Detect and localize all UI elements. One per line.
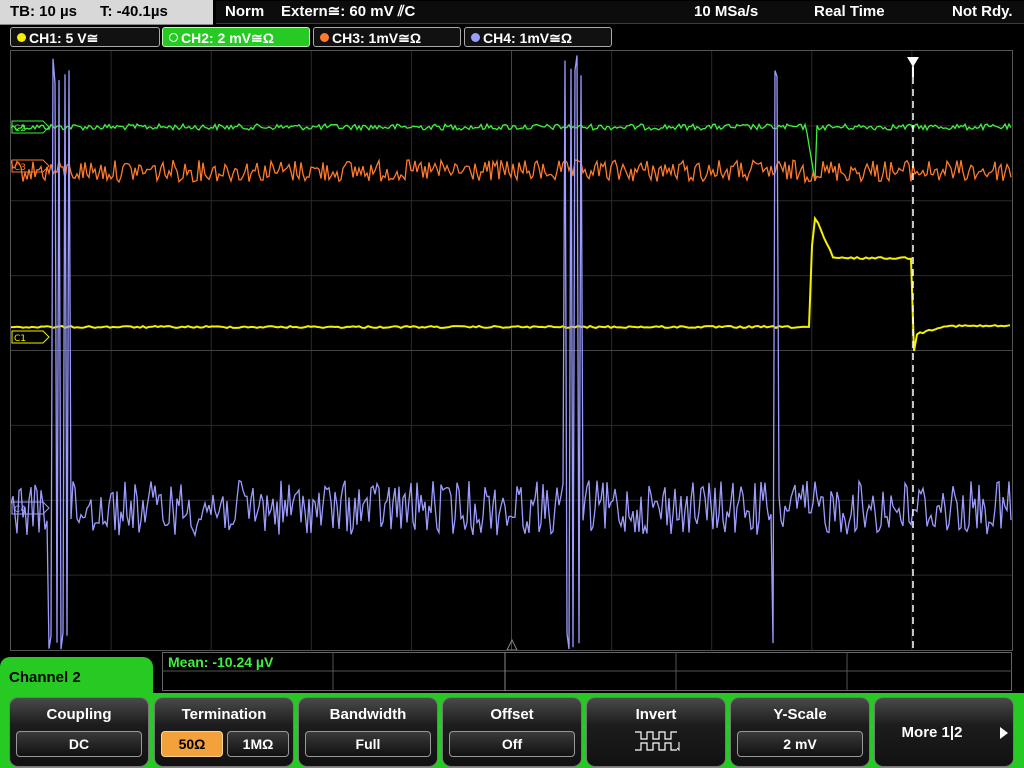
ch2-level-marker[interactable]: C2 [11, 120, 50, 134]
termination-softkey[interactable]: Termination 50Ω 1MΩ [154, 697, 294, 767]
status-bar: TB: 10 µs T: -40.1µs Norm Extern≅: 60 mV… [0, 0, 1024, 26]
termination-1mohm-option[interactable]: 1MΩ [227, 731, 289, 757]
ch2-color-dot-icon [169, 33, 178, 42]
termination-title: Termination [181, 706, 267, 723]
trigger-source: Extern≅: 60 mV ⫽C [281, 3, 416, 20]
waveform-display[interactable]: C2 C3 C1 C4 [10, 50, 1013, 651]
svg-text:C4: C4 [14, 505, 26, 515]
more-softkey[interactable]: More 1|2 [874, 697, 1014, 767]
right-triangle-icon [1000, 727, 1008, 739]
graticule [11, 51, 1012, 650]
ch3-color-dot-icon [320, 33, 329, 42]
bandwidth-title: Bandwidth [329, 706, 407, 723]
timebase-readout: TB: 10 µs [10, 3, 77, 20]
invert-title: Invert [635, 706, 677, 723]
trigger-state: Not Rdy. [952, 3, 1013, 20]
ch1-label: CH1: 5 V≅ [29, 30, 99, 46]
tab-ch3[interactable]: CH3: 1mV≅Ω [313, 27, 461, 47]
coupling-softkey[interactable]: Coupling DC [9, 697, 149, 767]
offset-value[interactable]: Off [449, 731, 575, 757]
sample-rate: 10 MSa/s [694, 3, 759, 20]
timebase-box[interactable]: TB: 10 µs T: -40.1µs [0, 0, 213, 25]
ch4-color-dot-icon [471, 33, 480, 42]
invert-softkey[interactable]: Invert [586, 697, 726, 767]
waveform-canvas: C2 C3 C1 C4 [11, 51, 1012, 650]
svg-text:C1: C1 [14, 334, 26, 344]
tab-ch4[interactable]: CH4: 1mV≅Ω [464, 27, 612, 47]
measurement-mean: Mean: -10.24 µV [168, 654, 274, 670]
ch2-label: CH2: 2 mV≅Ω [181, 30, 274, 46]
yscale-value[interactable]: 2 mV [737, 731, 863, 757]
bandwidth-softkey[interactable]: Bandwidth Full [298, 697, 438, 767]
tab-ch2[interactable]: CH2: 2 mV≅Ω [162, 27, 310, 47]
svg-text:C3: C3 [14, 163, 26, 173]
inverted-square-wave-icon [635, 731, 680, 752]
ch1-trace [11, 215, 1011, 352]
coupling-title: Coupling [46, 706, 112, 723]
bandwidth-value[interactable]: Full [305, 731, 431, 757]
ch1-level-marker[interactable]: C1 [11, 330, 50, 344]
ch1-color-dot-icon [17, 33, 26, 42]
ch4-label: CH4: 1mV≅Ω [483, 30, 573, 46]
yscale-softkey[interactable]: Y-Scale 2 mV [730, 697, 870, 767]
offset-softkey[interactable]: Offset Off [442, 697, 582, 767]
channel-panel-title: Channel 2 [9, 669, 81, 686]
yscale-title: Y-Scale [773, 706, 827, 723]
measurement-grid [162, 652, 1012, 691]
more-title: More 1|2 [901, 724, 963, 741]
tab-ch1[interactable]: CH1: 5 V≅ [10, 27, 160, 47]
trigger-mode: Norm [225, 3, 265, 20]
termination-50ohm-option[interactable]: 50Ω [161, 731, 223, 757]
svg-text:C2: C2 [14, 124, 26, 134]
acquisition-status[interactable]: Norm Extern≅: 60 mV ⫽C 10 MSa/s Real Tim… [216, 1, 1024, 24]
ch3-label: CH3: 1mV≅Ω [332, 30, 422, 46]
measurement-panel[interactable]: Mean: -10.24 µV [162, 652, 1014, 692]
trigger-time-readout: T: -40.1µs [100, 3, 168, 20]
coupling-value[interactable]: DC [16, 731, 142, 757]
trigger-position-marker-icon[interactable] [907, 57, 919, 67]
acquisition-mode: Real Time [814, 3, 885, 20]
offset-title: Offset [490, 706, 534, 723]
